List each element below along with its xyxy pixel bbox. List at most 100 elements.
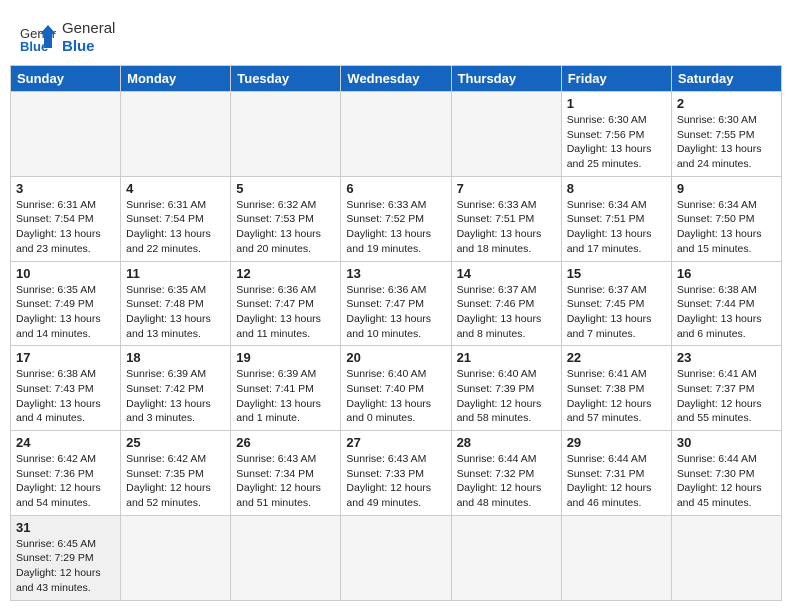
calendar-cell: 27Sunrise: 6:43 AM Sunset: 7:33 PM Dayli… (341, 431, 451, 516)
calendar-cell: 16 Sunrise: 6:38 AM Sunset: 7:44 PM Dayli… (671, 261, 781, 346)
calendar-cell (451, 515, 561, 600)
day-number: 22 (567, 350, 666, 365)
day-number: 30 (677, 435, 776, 450)
calendar-week-row: 10 Sunrise: 6:35 AM Sunset: 7:49 PM Dayli… (11, 261, 782, 346)
day-number: 25 (126, 435, 225, 450)
calendar-week-row: 17Sunrise: 6:38 AM Sunset: 7:43 PM Dayli… (11, 346, 782, 431)
calendar-cell (231, 515, 341, 600)
day-number: 31 (16, 520, 115, 535)
day-number: 29 (567, 435, 666, 450)
calendar-cell (121, 515, 231, 600)
day-info: Sunrise: 6:38 AM Sunset: 7:44 PM Dayligh… (677, 283, 776, 342)
day-info: Sunrise: 6:31 AM Sunset: 7:54 PM Dayligh… (16, 198, 115, 257)
day-header-sunday: Sunday (11, 66, 121, 92)
calendar-cell: 18Sunrise: 6:39 AM Sunset: 7:42 PM Dayli… (121, 346, 231, 431)
calendar-cell: 3 Sunrise: 6:31 AM Sunset: 7:54 PM Daylig… (11, 176, 121, 261)
day-number: 19 (236, 350, 335, 365)
calendar-cell: 30 Sunrise: 6:44 AM Sunset: 7:30 PM Dayli… (671, 431, 781, 516)
day-header-friday: Friday (561, 66, 671, 92)
day-number: 7 (457, 181, 556, 196)
day-info: Sunrise: 6:44 AM Sunset: 7:32 PM Dayligh… (457, 452, 556, 511)
day-header-wednesday: Wednesday (341, 66, 451, 92)
calendar-cell (11, 92, 121, 177)
day-number: 9 (677, 181, 776, 196)
day-info: Sunrise: 6:43 AM Sunset: 7:34 PM Dayligh… (236, 452, 335, 511)
calendar-cell: 2Sunrise: 6:30 AM Sunset: 7:55 PM Daylig… (671, 92, 781, 177)
day-info: Sunrise: 6:40 AM Sunset: 7:40 PM Dayligh… (346, 367, 445, 426)
calendar-cell: 21Sunrise: 6:40 AM Sunset: 7:39 PM Dayli… (451, 346, 561, 431)
calendar-cell: 14 Sunrise: 6:37 AM Sunset: 7:46 PM Dayli… (451, 261, 561, 346)
day-info: Sunrise: 6:41 AM Sunset: 7:37 PM Dayligh… (677, 367, 776, 426)
calendar-cell: 20Sunrise: 6:40 AM Sunset: 7:40 PM Dayli… (341, 346, 451, 431)
day-info: Sunrise: 6:37 AM Sunset: 7:45 PM Dayligh… (567, 283, 666, 342)
day-number: 17 (16, 350, 115, 365)
calendar-week-row: 31 Sunrise: 6:45 AM Sunset: 7:29 PM Dayli… (11, 515, 782, 600)
day-number: 2 (677, 96, 776, 111)
calendar-cell: 9 Sunrise: 6:34 AM Sunset: 7:50 PM Daylig… (671, 176, 781, 261)
calendar-cell: 26 Sunrise: 6:43 AM Sunset: 7:34 PM Dayli… (231, 431, 341, 516)
day-info: Sunrise: 6:32 AM Sunset: 7:53 PM Dayligh… (236, 198, 335, 257)
day-info: Sunrise: 6:41 AM Sunset: 7:38 PM Dayligh… (567, 367, 666, 426)
day-number: 6 (346, 181, 445, 196)
calendar-cell: 11 Sunrise: 6:35 AM Sunset: 7:48 PM Dayli… (121, 261, 231, 346)
day-number: 10 (16, 266, 115, 281)
calendar-cell: 7 Sunrise: 6:33 AM Sunset: 7:51 PM Daylig… (451, 176, 561, 261)
calendar-cell: 6 Sunrise: 6:33 AM Sunset: 7:52 PM Daylig… (341, 176, 451, 261)
day-number: 16 (677, 266, 776, 281)
day-info: Sunrise: 6:35 AM Sunset: 7:49 PM Dayligh… (16, 283, 115, 342)
day-info: Sunrise: 6:35 AM Sunset: 7:48 PM Dayligh… (126, 283, 225, 342)
day-number: 11 (126, 266, 225, 281)
logo: General Blue General Blue (20, 20, 115, 56)
calendar-week-row: 24 Sunrise: 6:42 AM Sunset: 7:36 PM Dayli… (11, 431, 782, 516)
day-number: 12 (236, 266, 335, 281)
day-number: 3 (16, 181, 115, 196)
day-number: 13 (346, 266, 445, 281)
calendar-cell: 31 Sunrise: 6:45 AM Sunset: 7:29 PM Dayli… (11, 515, 121, 600)
calendar-cell (231, 92, 341, 177)
calendar-cell: 15 Sunrise: 6:37 AM Sunset: 7:45 PM Dayli… (561, 261, 671, 346)
calendar-cell: 8 Sunrise: 6:34 AM Sunset: 7:51 PM Daylig… (561, 176, 671, 261)
calendar-cell: 22 Sunrise: 6:41 AM Sunset: 7:38 PM Dayli… (561, 346, 671, 431)
day-number: 5 (236, 181, 335, 196)
logo-general-text: General (62, 20, 115, 38)
day-number: 14 (457, 266, 556, 281)
day-header-saturday: Saturday (671, 66, 781, 92)
day-info: Sunrise: 6:42 AM Sunset: 7:35 PM Dayligh… (126, 452, 225, 511)
day-info: Sunrise: 6:34 AM Sunset: 7:50 PM Dayligh… (677, 198, 776, 257)
logo-icon: General Blue (20, 20, 56, 56)
day-info: Sunrise: 6:37 AM Sunset: 7:46 PM Dayligh… (457, 283, 556, 342)
day-info: Sunrise: 6:34 AM Sunset: 7:51 PM Dayligh… (567, 198, 666, 257)
day-info: Sunrise: 6:39 AM Sunset: 7:41 PM Dayligh… (236, 367, 335, 426)
day-info: Sunrise: 6:44 AM Sunset: 7:30 PM Dayligh… (677, 452, 776, 511)
day-number: 24 (16, 435, 115, 450)
day-number: 15 (567, 266, 666, 281)
day-info: Sunrise: 6:36 AM Sunset: 7:47 PM Dayligh… (346, 283, 445, 342)
calendar-cell: 5 Sunrise: 6:32 AM Sunset: 7:53 PM Daylig… (231, 176, 341, 261)
day-info: Sunrise: 6:31 AM Sunset: 7:54 PM Dayligh… (126, 198, 225, 257)
header: General Blue General Blue (10, 10, 782, 61)
day-header-monday: Monday (121, 66, 231, 92)
day-number: 26 (236, 435, 335, 450)
calendar-cell: 4Sunrise: 6:31 AM Sunset: 7:54 PM Daylig… (121, 176, 231, 261)
day-info: Sunrise: 6:40 AM Sunset: 7:39 PM Dayligh… (457, 367, 556, 426)
day-info: Sunrise: 6:30 AM Sunset: 7:56 PM Dayligh… (567, 113, 666, 172)
day-info: Sunrise: 6:42 AM Sunset: 7:36 PM Dayligh… (16, 452, 115, 511)
calendar-cell (341, 515, 451, 600)
calendar-cell (451, 92, 561, 177)
day-info: Sunrise: 6:33 AM Sunset: 7:51 PM Dayligh… (457, 198, 556, 257)
calendar-cell: 17Sunrise: 6:38 AM Sunset: 7:43 PM Dayli… (11, 346, 121, 431)
day-number: 27 (346, 435, 445, 450)
calendar: SundayMondayTuesdayWednesdayThursdayFrid… (10, 65, 782, 601)
day-info: Sunrise: 6:44 AM Sunset: 7:31 PM Dayligh… (567, 452, 666, 511)
calendar-cell: 28 Sunrise: 6:44 AM Sunset: 7:32 PM Dayli… (451, 431, 561, 516)
day-info: Sunrise: 6:45 AM Sunset: 7:29 PM Dayligh… (16, 537, 115, 596)
day-info: Sunrise: 6:36 AM Sunset: 7:47 PM Dayligh… (236, 283, 335, 342)
day-info: Sunrise: 6:33 AM Sunset: 7:52 PM Dayligh… (346, 198, 445, 257)
calendar-cell: 13 Sunrise: 6:36 AM Sunset: 7:47 PM Dayli… (341, 261, 451, 346)
calendar-cell (561, 515, 671, 600)
calendar-cell: 10 Sunrise: 6:35 AM Sunset: 7:49 PM Dayli… (11, 261, 121, 346)
day-number: 1 (567, 96, 666, 111)
svg-text:Blue: Blue (20, 39, 48, 54)
day-number: 8 (567, 181, 666, 196)
day-number: 28 (457, 435, 556, 450)
